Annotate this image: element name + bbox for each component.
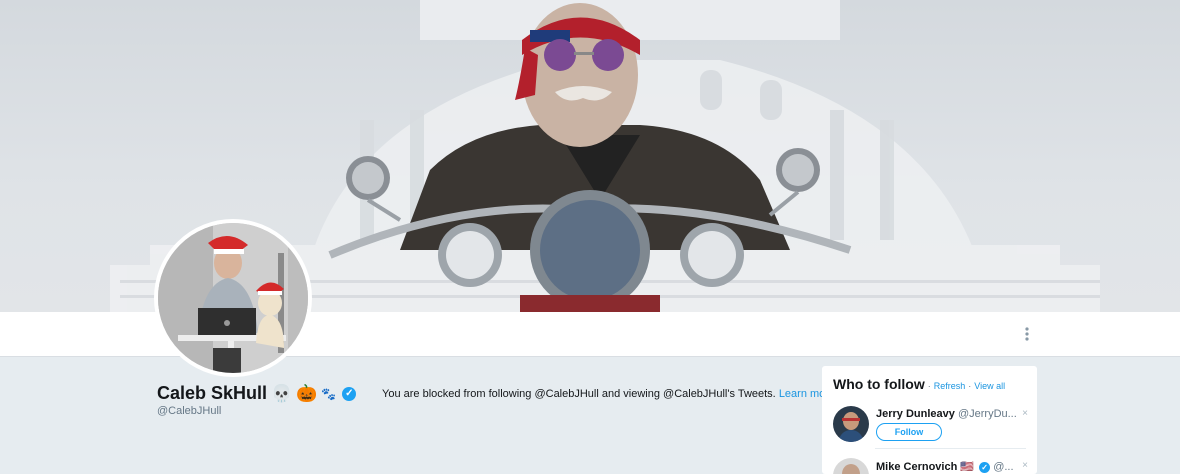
- paw-prints-emoji: 🐾: [321, 386, 337, 401]
- suggestion-name[interactable]: Jerry Dunleavy @JerryDu...: [876, 408, 1017, 420]
- us-flag-emoji: 🇺🇸: [960, 461, 975, 473]
- who-to-follow-module: Who to follow · Refresh · View all Jerry…: [822, 366, 1037, 474]
- close-icon[interactable]: ×: [1022, 408, 1028, 419]
- blocked-notice-text: You are blocked from following @CalebJHu…: [382, 388, 776, 400]
- profile-avatar[interactable]: [154, 219, 312, 377]
- view-all-link[interactable]: View all: [974, 381, 1005, 391]
- skull-emoji: 💀: [271, 384, 293, 403]
- who-to-follow-title: Who to follow: [833, 376, 925, 392]
- suggestion-avatar[interactable]: [833, 406, 869, 442]
- refresh-link[interactable]: Refresh: [934, 381, 966, 391]
- pumpkin-emoji: 🎃: [296, 384, 318, 403]
- blocked-notice: You are blocked from following @CalebJHu…: [382, 388, 835, 400]
- suggestion-avatar[interactable]: [833, 458, 869, 474]
- divider: [875, 448, 1026, 449]
- verified-badge-icon: ✓: [979, 462, 991, 473]
- suggestion-item: Jerry Dunleavy @JerryDu... × Follow: [833, 406, 1028, 446]
- separator: ·: [927, 381, 931, 391]
- avatar-photo: [158, 223, 308, 373]
- close-icon[interactable]: ×: [1022, 460, 1028, 471]
- follow-button[interactable]: Follow: [876, 423, 942, 441]
- suggestion-name[interactable]: Mike Cernovich 🇺🇸 ✓ @...: [876, 460, 1014, 473]
- suggestion-handle: @...: [993, 461, 1014, 473]
- vertical-dots-icon[interactable]: [1022, 325, 1032, 343]
- suggestion-item: Mike Cernovich 🇺🇸 ✓ @... ×: [833, 458, 1028, 474]
- suggestion-display-name: Jerry Dunleavy: [876, 408, 955, 420]
- profile-name-text: Caleb SkHull: [157, 383, 268, 403]
- profile-name: Caleb SkHull 💀 🎃 🐾 ✓: [157, 383, 357, 404]
- verified-badge-icon: ✓: [342, 386, 357, 401]
- separator: ·: [968, 381, 972, 391]
- suggestion-handle: @JerryDu...: [957, 408, 1017, 420]
- profile-handle: @CalebJHull: [157, 405, 222, 417]
- who-to-follow-header: Who to follow · Refresh · View all: [833, 376, 1005, 392]
- suggestion-display-name: Mike Cernovich: [876, 461, 958, 473]
